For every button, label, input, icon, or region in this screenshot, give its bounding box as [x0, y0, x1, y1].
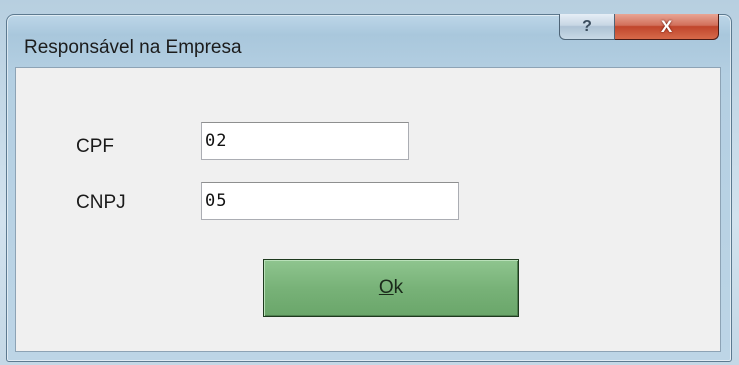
dialog-window: Responsável na Empresa ? X CPF 02 CNPJ 0… [6, 14, 732, 362]
help-button[interactable]: ? [559, 14, 615, 40]
close-icon: X [660, 16, 673, 36]
cpf-field[interactable]: 02 [201, 122, 409, 160]
cpf-label: CPF [76, 136, 114, 157]
window-title: Responsável na Empresa [24, 37, 242, 58]
dialog-client-area: CPF 02 CNPJ 05 Ok [15, 67, 721, 352]
ok-button-label: k [393, 277, 404, 298]
caption-buttons: ? X [559, 14, 719, 40]
help-icon: ? [582, 17, 592, 35]
desktop-background: Responsável na Empresa ? X CPF 02 CNPJ 0… [0, 0, 739, 365]
close-button[interactable]: X [615, 14, 719, 40]
cnpj-label: CNPJ [76, 192, 126, 213]
cnpj-field[interactable]: 05 [201, 182, 459, 220]
ok-button[interactable]: Ok [263, 259, 519, 317]
ok-button-mnemonic: O [378, 277, 394, 298]
